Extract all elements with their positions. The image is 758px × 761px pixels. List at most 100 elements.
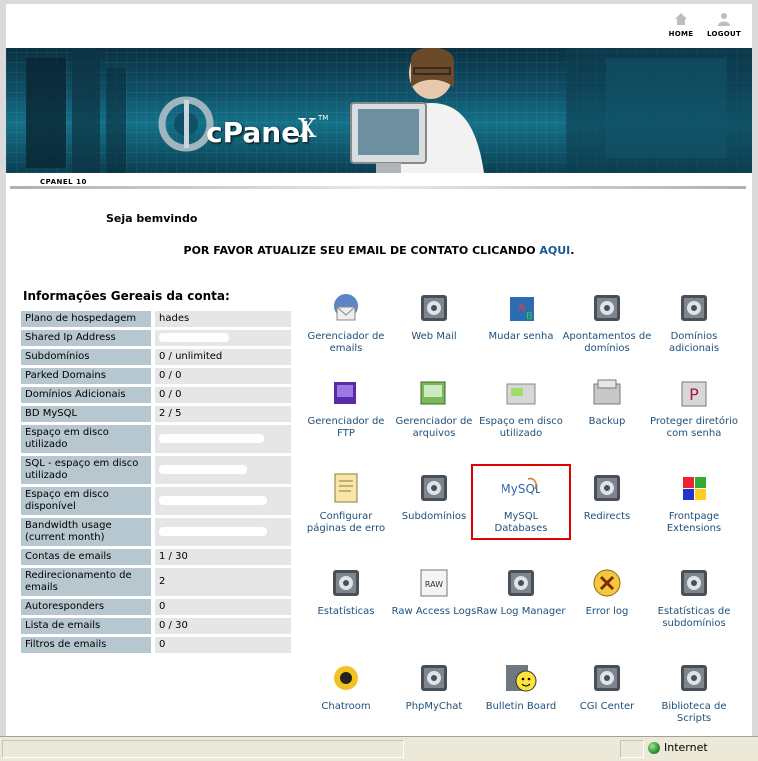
feature-label: Bulletin Board [485,701,557,712]
feature-disk-usage[interactable]: Espaço em disco utilizado [476,374,566,440]
feature-script-library[interactable]: Biblioteca de Scripts [649,659,739,725]
info-value: 0 [151,637,291,653]
feature-email-manager[interactable]: Gerenciador de emails [301,289,391,355]
feature-error-pages[interactable]: Configurar páginas de erro [301,469,391,535]
feature-label: PhpMyChat [405,701,463,712]
feature-label: Mudar senha [488,331,554,342]
info-row: Contas de emails 1 / 30 [21,549,291,565]
feature-label: Web Mail [411,331,457,342]
feature-password-protect[interactable]: P Proteger diretório com senha [649,374,739,440]
home-icon [675,13,687,25]
cpanel-logo-text: cPanel [206,116,310,149]
feature-label: CGI Center [579,701,635,712]
banner-artwork [26,48,752,173]
feature-change-password[interactable]: A B Mudar senha [476,289,566,343]
feature-mysql[interactable]: MySQL MySQL Databases [471,464,571,540]
feature-label: Domínios adicionais [668,331,720,354]
feature-cgi-center[interactable]: CGI Center [562,659,652,713]
redacted-value [159,464,247,474]
feature-label: Raw Access Logs [391,606,477,617]
feature-chatroom[interactable]: Chatroom [301,659,391,713]
info-row: Bandwidth usage (current month) [21,518,291,546]
info-label: BD MySQL [21,406,151,422]
info-label: Bandwidth usage (current month) [21,518,151,546]
svg-text:RAW: RAW [425,580,443,589]
disk-usage-icon [502,374,540,412]
update-email-link[interactable]: AQUI [539,244,570,257]
frontpage-icon [675,469,713,507]
info-value [151,518,291,546]
security-zone: Internet [648,741,708,754]
feature-file-manager[interactable]: Gerenciador de arquivos [389,374,479,440]
top-navigation: HOME LOGOUT [6,4,752,50]
info-value [151,487,291,515]
account-info-table: Plano de hospedagem hades Shared Ip Addres… [21,308,291,656]
feature-label: Redirects [583,511,631,522]
redacted-value [159,526,267,536]
addon-domains-icon [675,289,713,327]
redacted-value [159,495,267,505]
info-row: Parked Domains 0 / 0 [21,368,291,384]
feature-raw-log-manager[interactable]: Raw Log Manager [476,564,566,618]
cpanel-logo: cPanel [156,94,356,154]
feature-label: Configurar páginas de erro [306,511,386,534]
info-row: Autoresponders 0 [21,599,291,615]
feature-webmail[interactable]: Web Mail [389,289,479,343]
feature-phpmychat[interactable]: PhpMyChat [389,659,479,713]
statistics-icon [327,564,365,602]
feature-subdomain-stats[interactable]: Estatísticas de subdomínios [649,564,739,630]
logout-label: LOGOUT [706,30,742,38]
info-label: Subdomínios [21,349,151,365]
feature-subdomains[interactable]: Subdomínios [389,469,479,523]
cpanel-page: HOME LOGOUT cPanel X TM CPANEL 10 Seja b… [6,4,752,736]
feature-label: Espaço em disco utilizado [479,416,563,439]
contact-email-notice: POR FAVOR ATUALIZE SEU EMAIL DE CONTATO … [6,244,752,257]
subdomains-icon [415,469,453,507]
feature-frontpage[interactable]: Frontpage Extensions [649,469,739,535]
info-row: Domínios Adicionais 0 / 0 [21,387,291,403]
browser-status-bar: Internet [0,736,758,761]
info-label: Shared Ip Address [21,330,151,346]
zone-label: Internet [664,741,708,754]
feature-label: Biblioteca de Scripts [661,701,727,724]
info-row: Lista de emails 0 / 30 [21,618,291,634]
feature-raw-logs[interactable]: RAW Raw Access Logs [389,564,479,618]
svg-text:B: B [526,311,533,322]
feature-ftp-manager[interactable]: Gerenciador de FTP [301,374,391,440]
version-mark: X [298,114,317,144]
info-row: BD MySQL 2 / 5 [21,406,291,422]
bulletin-board-icon [502,659,540,697]
feature-label: MySQL Databases [494,511,548,534]
info-label: Plano de hospedagem [21,311,151,327]
info-label: Filtros de emails [21,637,151,653]
feature-label: Backup [588,416,626,427]
feature-bulletin-board[interactable]: Bulletin Board [476,659,566,713]
change-password-icon: AB [502,289,540,327]
feature-label: Apontamentos de domínios [562,331,652,354]
user-icon [718,13,730,26]
info-value: 0 [151,599,291,615]
feature-redirects[interactable]: Redirects [562,469,652,523]
info-row: Subdomínios 0 / unlimited [21,349,291,365]
svg-text:A: A [518,301,526,314]
feature-addon-domains[interactable]: Domínios adicionais [649,289,739,355]
info-value: hades [151,311,291,327]
notice-text: POR FAVOR ATUALIZE SEU EMAIL DE CONTATO … [183,244,540,257]
info-row: SQL - espaço em disco utilizado [21,456,291,484]
globe-icon [648,742,660,754]
info-value: 0 / 30 [151,618,291,634]
logout-link[interactable]: LOGOUT [699,12,749,38]
feature-label: Proteger diretório com senha [650,416,738,439]
feature-domain-pointers[interactable]: Apontamentos de domínios [562,289,652,355]
svg-text:MySQL: MySQL [502,482,540,496]
info-row: Shared Ip Address [21,330,291,346]
mysql-icon: MySQL [500,469,542,507]
feature-error-log[interactable]: Error log [562,564,652,618]
raw-logs-icon: RAW [415,564,453,602]
feature-label: Gerenciador de FTP [307,416,385,439]
info-label: Domínios Adicionais [21,387,151,403]
svg-text:P: P [689,385,699,404]
feature-label: Error log [585,606,629,617]
feature-backup[interactable]: Backup [562,374,652,428]
feature-statistics[interactable]: Estatísticas [301,564,391,618]
